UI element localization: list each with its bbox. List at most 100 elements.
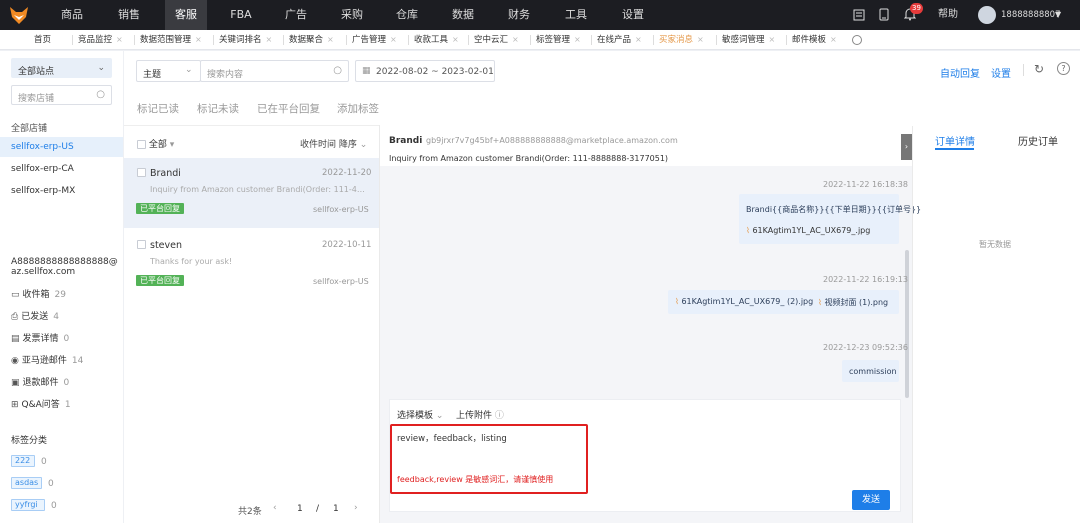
tab-item[interactable]: 标签管理 ×: [536, 30, 581, 50]
screen-icon[interactable]: [853, 0, 865, 30]
template-select[interactable]: 选择模板 ⌄: [397, 408, 443, 421]
message-checkbox[interactable]: [137, 240, 146, 250]
nav-item[interactable]: 数据: [443, 0, 483, 30]
help-icon[interactable]: ?: [1057, 62, 1070, 75]
action-button[interactable]: 标记未读: [197, 101, 239, 116]
pagination-current[interactable]: 1: [297, 504, 303, 514]
help-link[interactable]: 帮助: [938, 0, 958, 30]
upload-attachment-button[interactable]: 上传附件 ⓘ: [456, 408, 504, 421]
folder-label: 亚马逊邮件: [21, 356, 67, 366]
collapse-panel-icon[interactable]: ›: [901, 134, 912, 160]
folder-item[interactable]: ⎙ 已发送 4: [11, 309, 59, 322]
message-checkbox[interactable]: [137, 168, 146, 178]
select-all-checkbox[interactable]: 全部 ▾: [137, 137, 174, 150]
site-select-label: 全部站点: [18, 67, 55, 77]
store-item[interactable]: sellfox-erp-MX: [0, 181, 123, 201]
close-icon[interactable]: ×: [266, 35, 273, 44]
tab-item[interactable]: 数据聚合 ×: [289, 30, 334, 50]
message-preview: Inquiry from Amazon customer Brandi(Orde…: [150, 185, 365, 194]
message-store: sellfox-erp-US: [313, 205, 369, 214]
close-icon[interactable]: ×: [830, 35, 837, 44]
close-icon[interactable]: ×: [452, 35, 459, 44]
auto-reply-link[interactable]: 自动回复: [940, 65, 980, 80]
content-search-input[interactable]: 搜索内容 ○: [200, 60, 349, 82]
tab-order-details[interactable]: 订单详情: [935, 133, 975, 148]
nav-item[interactable]: 工具: [556, 0, 596, 30]
next-page-icon[interactable]: ›: [354, 503, 358, 513]
nav-item[interactable]: 广告: [276, 0, 316, 30]
subject-select[interactable]: 主题 ⌄: [136, 60, 201, 82]
tab-order-history[interactable]: 历史订单: [1018, 133, 1058, 148]
tag-badge[interactable]: yyfrgi: [11, 499, 45, 511]
nav-item[interactable]: 设置: [611, 0, 655, 30]
tag-badge[interactable]: 222: [11, 455, 35, 467]
tab-item[interactable]: 竞品监控 ×: [78, 30, 123, 50]
nav-item[interactable]: FBA: [222, 0, 260, 30]
nav-item[interactable]: 商品: [52, 0, 92, 30]
folder-label: 发票详情: [22, 334, 59, 344]
action-button[interactable]: 标记已读: [137, 101, 179, 116]
action-button[interactable]: 添加标签: [337, 101, 379, 116]
date-range-value: 2022-08-02 ~ 2023-02-01: [376, 67, 494, 77]
close-icon[interactable]: ×: [769, 35, 776, 44]
nav-item[interactable]: 仓库: [386, 0, 428, 30]
store-search-input[interactable]: 搜索店铺 ○: [11, 85, 112, 105]
close-icon[interactable]: ×: [390, 35, 397, 44]
nav-item[interactable]: 财务: [498, 0, 540, 30]
tab-label: 空中云汇: [474, 35, 509, 45]
tag-count: 0: [41, 457, 47, 467]
store-item[interactable]: sellfox-erp-US: [0, 137, 123, 157]
close-icon[interactable]: ×: [574, 35, 581, 44]
attachment-link[interactable]: ⌇ 61KAgtim1YL_AC_UX679_.jpg: [746, 226, 870, 235]
refresh-icon[interactable]: ↻: [1034, 62, 1044, 76]
store-item[interactable]: sellfox-erp-CA: [0, 159, 123, 179]
user-account[interactable]: 18888888807: [1001, 0, 1061, 30]
tab-item[interactable]: 广告管理 ×: [352, 30, 397, 50]
scrollbar[interactable]: [905, 250, 909, 398]
tab-item[interactable]: 邮件模板 ×: [792, 30, 837, 50]
folder-item[interactable]: ▭ 收件箱 29: [11, 287, 66, 300]
tab-item[interactable]: 敏感词管理 ×: [722, 30, 775, 50]
mobile-icon[interactable]: [879, 0, 889, 30]
close-icon[interactable]: ×: [697, 35, 704, 44]
folder-count: 4: [53, 312, 59, 322]
tab-item[interactable]: 空中云汇 ×: [474, 30, 519, 50]
action-button[interactable]: 已在平台回复: [257, 101, 320, 116]
folder-item[interactable]: ⊞ Q&A问答 1: [11, 397, 71, 410]
sort-select[interactable]: 收件时间 降序 ⌄: [300, 137, 367, 150]
prev-page-icon[interactable]: ‹: [273, 503, 277, 513]
close-icon[interactable]: ×: [116, 35, 123, 44]
folder-icon: ▣: [11, 378, 20, 388]
more-tabs-icon[interactable]: [852, 35, 862, 45]
nav-item[interactable]: 采购: [332, 0, 372, 30]
store-label: sellfox-erp-CA: [11, 164, 74, 174]
site-select[interactable]: 全部站点 ⌄: [11, 58, 112, 78]
attachment-link[interactable]: ⌇ 61KAgtim1YL_AC_UX679_ (2).jpg: [675, 297, 813, 306]
close-icon[interactable]: ×: [512, 35, 519, 44]
avatar[interactable]: [978, 6, 996, 24]
close-icon[interactable]: ×: [327, 35, 334, 44]
nav-item[interactable]: 销售: [107, 0, 151, 30]
tag-badge[interactable]: asdas: [11, 477, 43, 489]
message-bubble: commission: [842, 360, 899, 382]
nav-item[interactable]: 客服: [165, 0, 207, 30]
close-icon[interactable]: ×: [195, 35, 202, 44]
tab-item[interactable]: 收款工具 ×: [414, 30, 459, 50]
fox-logo-icon[interactable]: [8, 4, 30, 26]
send-button[interactable]: 发送: [852, 490, 890, 510]
tab-item[interactable]: 买家消息 ×: [659, 30, 704, 50]
attachment-link[interactable]: ⌇ 视频封面 (1).png: [818, 297, 888, 308]
all-stores-label[interactable]: 全部店铺: [11, 121, 47, 134]
tab-item[interactable]: 数据范围管理 ×: [140, 30, 202, 50]
close-icon[interactable]: ×: [635, 35, 642, 44]
chevron-down-icon[interactable]: ▼: [1055, 0, 1061, 30]
folder-item[interactable]: ▤ 发票详情 0: [11, 331, 69, 344]
chat-sender: Brandi: [389, 136, 423, 146]
tab-item[interactable]: 在线产品 ×: [597, 30, 642, 50]
folder-item[interactable]: ◉ 亚马逊邮件 14: [11, 353, 83, 366]
date-range-picker[interactable]: ▦ 2022-08-02 ~ 2023-02-01: [355, 60, 495, 82]
settings-link[interactable]: 设置: [991, 65, 1011, 80]
tab-item[interactable]: 关键词排名 ×: [219, 30, 272, 50]
tab-item[interactable]: 首页: [34, 30, 51, 50]
folder-item[interactable]: ▣ 退款邮件 0: [11, 375, 69, 388]
